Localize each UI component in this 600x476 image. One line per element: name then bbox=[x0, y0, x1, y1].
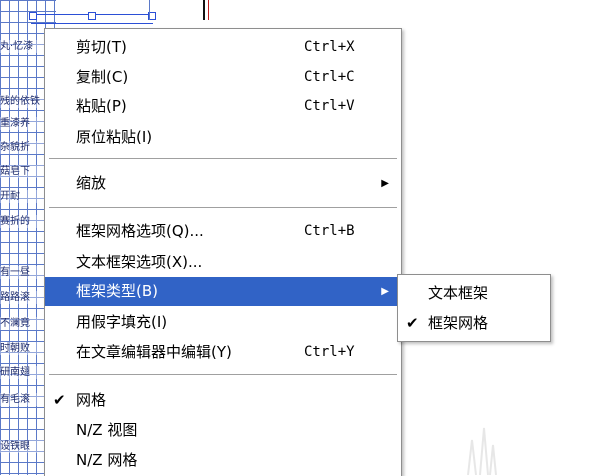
submenu-arrow-icon: ▶ bbox=[381, 178, 389, 189]
check-icon: ✔ bbox=[53, 391, 66, 409]
menu-item-copy[interactable]: 复制(C) Ctrl+C bbox=[45, 63, 401, 92]
menu-item-paste-in-place[interactable]: 原位粘贴(I) bbox=[45, 123, 401, 152]
submenu-item-frame-grid[interactable]: ✔ 框架网格 bbox=[398, 309, 550, 338]
menu-item-label: N/Z 视图 bbox=[76, 421, 138, 439]
menu-item-text-frame-options[interactable]: 文本框架选项(X)... bbox=[45, 248, 401, 277]
menu-separator bbox=[49, 374, 397, 375]
menu-item-label: 文本框架选项(X)... bbox=[76, 253, 203, 271]
menu-item-shortcut: Ctrl+Y bbox=[304, 344, 355, 360]
frame-edge bbox=[149, 0, 150, 20]
menu-item-shortcut: Ctrl+C bbox=[304, 69, 355, 85]
menu-item-label: 原位粘贴(I) bbox=[76, 128, 153, 146]
menu-item-grid[interactable]: ✔ 网格 bbox=[45, 386, 401, 415]
menu-separator bbox=[49, 158, 397, 159]
column-guide-dark bbox=[203, 0, 205, 20]
menu-item-shortcut: Ctrl+B bbox=[304, 223, 355, 239]
menu-item-shortcut: Ctrl+V bbox=[304, 98, 355, 114]
selection-handle[interactable] bbox=[29, 12, 37, 20]
menu-item-label: 框架类型(B) bbox=[76, 282, 158, 300]
menu-item-fill-placeholder[interactable]: 用假字填充(I) bbox=[45, 308, 401, 337]
menu-item-label: 框架网格 bbox=[428, 314, 489, 332]
menu-item-label: N/Z 网格 bbox=[76, 451, 138, 469]
menu-item-nz-grid[interactable]: N/Z 网格 bbox=[45, 446, 401, 475]
menu-item-label: 剪切(T) bbox=[76, 38, 127, 56]
menu-separator bbox=[49, 207, 397, 208]
menu-item-label: 用假字填充(I) bbox=[76, 313, 168, 331]
menu-item-cut[interactable]: 剪切(T) Ctrl+X bbox=[45, 33, 401, 62]
menu-item-nz-view[interactable]: N/Z 视图 bbox=[45, 416, 401, 445]
column-guide-red bbox=[208, 0, 209, 20]
menu-item-label: 缩放 bbox=[76, 174, 107, 192]
menu-item-label: 框架网格选项(Q)... bbox=[76, 222, 204, 240]
check-icon: ✔ bbox=[406, 314, 419, 332]
menu-item-frame-grid-options[interactable]: 框架网格选项(Q)... Ctrl+B bbox=[45, 217, 401, 246]
selection-handle[interactable] bbox=[88, 12, 96, 20]
menu-item-label: 文本框架 bbox=[428, 284, 489, 302]
submenu-item-text-frame[interactable]: 文本框架 bbox=[398, 279, 550, 308]
menu-item-paste[interactable]: 粘贴(P) Ctrl+V bbox=[45, 92, 401, 121]
menu-item-edit-in-story-editor[interactable]: 在文章编辑器中编辑(Y) Ctrl+Y bbox=[45, 338, 401, 367]
menu-item-shortcut: Ctrl+X bbox=[304, 39, 355, 55]
menu-item-label: 复制(C) bbox=[76, 68, 129, 86]
menu-item-label: 网格 bbox=[76, 391, 107, 409]
context-menu: 剪切(T) Ctrl+X 复制(C) Ctrl+C 粘贴(P) Ctrl+V 原… bbox=[44, 28, 402, 476]
submenu-arrow-icon: ▶ bbox=[381, 286, 389, 297]
menu-item-frame-type[interactable]: 框架类型(B) ▶ bbox=[45, 277, 401, 306]
menu-item-label: 粘贴(P) bbox=[76, 97, 127, 115]
menu-item-zoom[interactable]: 缩放 ▶ bbox=[45, 169, 401, 198]
frame-type-submenu: 文本框架 ✔ 框架网格 bbox=[397, 274, 551, 342]
menu-item-label: 在文章编辑器中编辑(Y) bbox=[76, 343, 232, 361]
watermark-graphic bbox=[467, 427, 497, 475]
